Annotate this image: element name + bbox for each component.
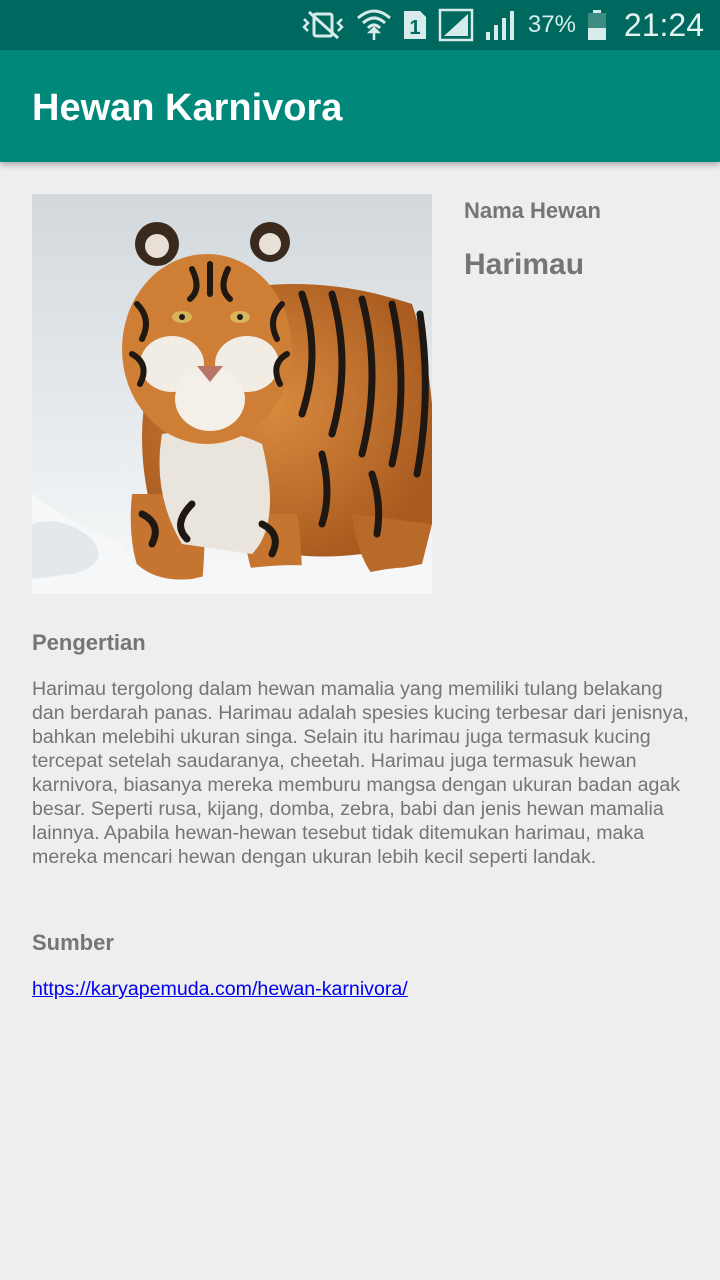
animal-name-label: Nama Hewan — [464, 198, 601, 223]
source-heading: Sumber — [32, 930, 114, 955]
definition-text: Harimau tergolong dalam hewan mamalia ya… — [32, 678, 689, 868]
battery-percent: 37% — [527, 11, 576, 38]
clock: 21:24 — [623, 6, 704, 43]
app-bar: Hewan Karnivora — [0, 50, 720, 162]
tiger-photo — [32, 194, 432, 594]
animal-name: Harimau — [464, 248, 585, 281]
signal-sim2-icon — [484, 8, 518, 42]
definition-heading: Pengertian — [32, 630, 146, 655]
status-icons: 1 37% 21:24 — [300, 0, 704, 50]
source-link[interactable]: https://karyapemuda.com/hewan-karnivora/ — [32, 977, 408, 1001]
sim-1-icon: 1 — [402, 8, 428, 42]
wifi-icon — [356, 8, 392, 42]
animal-photo — [32, 194, 432, 594]
status-bar: 1 37% 21:24 — [0, 0, 720, 50]
battery-icon — [586, 8, 608, 42]
signal-sim1-icon — [438, 8, 474, 42]
app-title: Hewan Karnivora — [32, 87, 343, 129]
vibrate-mute-icon — [300, 8, 346, 42]
svg-text:1: 1 — [409, 17, 420, 39]
